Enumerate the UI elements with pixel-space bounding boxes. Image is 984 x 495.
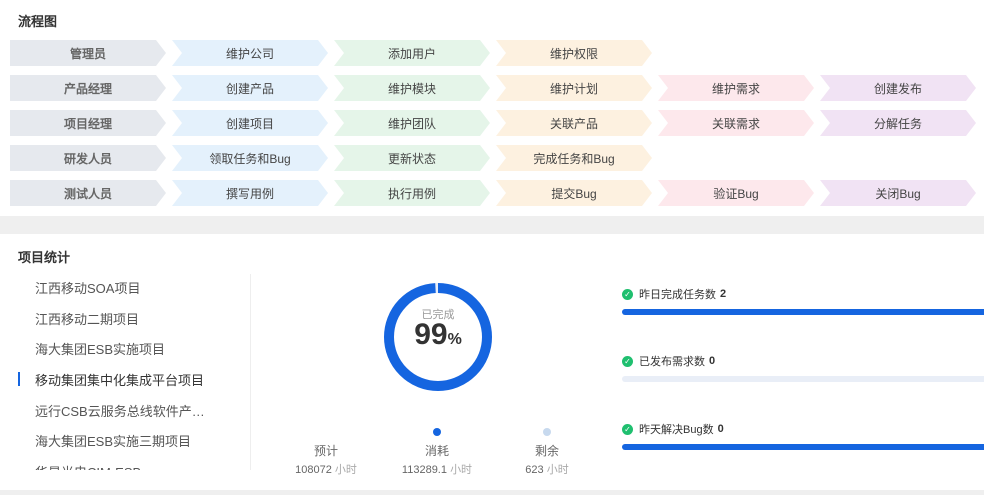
metric-label: 消耗 xyxy=(424,444,449,458)
flow-step: 添加用户 xyxy=(334,40,490,66)
flow-role-label: 产品经理 xyxy=(10,75,166,101)
flowchart-panel: 流程图 管理员 维护公司 添加用户 维护权限 产品经理 创建产品 维护模块 维护计划 维护需求创… xyxy=(0,0,984,216)
hour-metric: 预计 108072 小时 xyxy=(276,428,376,477)
list-divider xyxy=(250,274,251,470)
flow-step: 创建项目 xyxy=(172,110,328,136)
flow-step: 撰写用例 xyxy=(172,180,328,206)
flow-step: 关闭Bug xyxy=(820,180,976,206)
flow-step: 维护团队 xyxy=(334,110,490,136)
project-list: 江西移动SOA项目 江西移动二期项目 海大集团ESB实施项目 移动集团集中化集成平台项… xyxy=(0,274,250,470)
summary-bar-fill xyxy=(622,444,984,450)
flow-step: 创建产品 xyxy=(172,75,328,101)
flow-role-label: 项目经理 xyxy=(10,110,166,136)
check-circle-icon: ✓ xyxy=(622,423,633,435)
flow-step: 分解任务 xyxy=(820,110,976,136)
metric-value: 113289.1 xyxy=(401,464,447,476)
summary-bar-track xyxy=(622,376,984,382)
flow-role-label: 管理员 xyxy=(10,40,166,66)
hour-metric: 剩余 623 小时 xyxy=(497,428,597,477)
progress-number: 99 xyxy=(414,318,448,351)
progress-value: 99% xyxy=(383,318,493,352)
flow-step: 领取任务和Bug xyxy=(172,145,328,171)
flow-step: 维护计划 xyxy=(496,75,652,101)
summary-bar-track xyxy=(622,444,984,450)
flow-step: 维护模块 xyxy=(334,75,490,101)
summary-stat-label: 昨天解决Bug数 xyxy=(639,424,714,436)
flow-step: 维护需求 xyxy=(658,75,814,101)
project-list-item[interactable]: 华星光电CIM-ESB xyxy=(35,462,210,470)
summary-stat-value: 0 xyxy=(709,355,716,367)
flow-step: 维护公司 xyxy=(172,40,328,66)
metric-label: 剩余 xyxy=(534,444,559,458)
flow-step: 验证Bug xyxy=(658,180,814,206)
summary-stat: ✓ 昨天解决Bug数 0 xyxy=(622,422,984,450)
flow-step: 完成任务和Bug xyxy=(496,145,652,171)
flowchart-title: 流程图 xyxy=(18,14,58,29)
project-list-item[interactable]: 江西移动SOA项目 xyxy=(35,278,210,297)
summary-stat-header: ✓ 昨天解决Bug数 0 xyxy=(622,422,984,436)
active-project-indicator xyxy=(18,372,20,386)
summary-stat-value: 2 xyxy=(720,288,727,300)
flow-step: 维护权限 xyxy=(496,40,652,66)
project-list-item[interactable]: 海大集团ESB实施项目 xyxy=(35,339,210,358)
flow-role-label: 测试人员 xyxy=(10,180,166,206)
progress-unit: % xyxy=(447,331,462,348)
flow-step: 关联产品 xyxy=(496,110,652,136)
project-stats-panel: 项目统计 江西移动SOA项目 江西移动二期项目 海大集团ESB实施项目 移动集团集中化… xyxy=(0,234,984,490)
summary-stat-value: 0 xyxy=(717,423,724,435)
flow-step: 提交Bug xyxy=(496,180,652,206)
progress-ring: 已完成 99% xyxy=(383,282,493,392)
metric-value: 623 xyxy=(525,464,544,476)
summary-stat-label: 已发布需求数 xyxy=(639,356,705,368)
metric-unit: 小时 xyxy=(450,464,473,476)
check-circle-icon: ✓ xyxy=(622,288,633,300)
project-list-item[interactable]: 江西移动二期项目 xyxy=(35,309,210,328)
metric-label: 预计 xyxy=(313,444,338,458)
summary-stat-label: 昨日完成任务数 xyxy=(639,289,716,301)
summary-stat: ✓ 昨日完成任务数 2 xyxy=(622,287,984,315)
metric-value-line: 623 小时 xyxy=(497,461,597,477)
flow-step: 关联需求 xyxy=(658,110,814,136)
metric-dot xyxy=(433,428,441,436)
flow-step: 执行用例 xyxy=(334,180,490,206)
metric-value-line: 108072 小时 xyxy=(276,461,376,477)
summary-stat-header: ✓ 昨日完成任务数 2 xyxy=(622,287,984,301)
flow-step: 创建发布 xyxy=(820,75,976,101)
check-circle-icon: ✓ xyxy=(622,355,633,367)
project-list-item[interactable]: 远行CSB云服务总线软件产… xyxy=(35,401,210,420)
metric-dot xyxy=(322,428,330,436)
flow-role-label: 研发人员 xyxy=(10,145,166,171)
summary-bar-fill xyxy=(622,309,984,315)
metric-dot xyxy=(543,428,551,436)
hour-metric: 消耗 113289.1 小时 xyxy=(387,428,487,477)
flow-step: 更新状态 xyxy=(334,145,490,171)
metric-unit: 小时 xyxy=(546,464,569,476)
summary-stat: ✓ 已发布需求数 0 xyxy=(622,354,984,382)
project-list-item[interactable]: 移动集团集中化集成平台项目 xyxy=(35,370,210,389)
metric-value-line: 113289.1 小时 xyxy=(387,461,487,477)
metric-unit: 小时 xyxy=(334,464,357,476)
project-list-item[interactable]: 海大集团ESB实施三期项目 xyxy=(35,431,210,450)
project-stats-title: 项目统计 xyxy=(18,250,71,265)
summary-stat-header: ✓ 已发布需求数 0 xyxy=(622,354,984,368)
summary-bar-track xyxy=(622,309,984,315)
metric-value: 108072 xyxy=(295,464,332,476)
